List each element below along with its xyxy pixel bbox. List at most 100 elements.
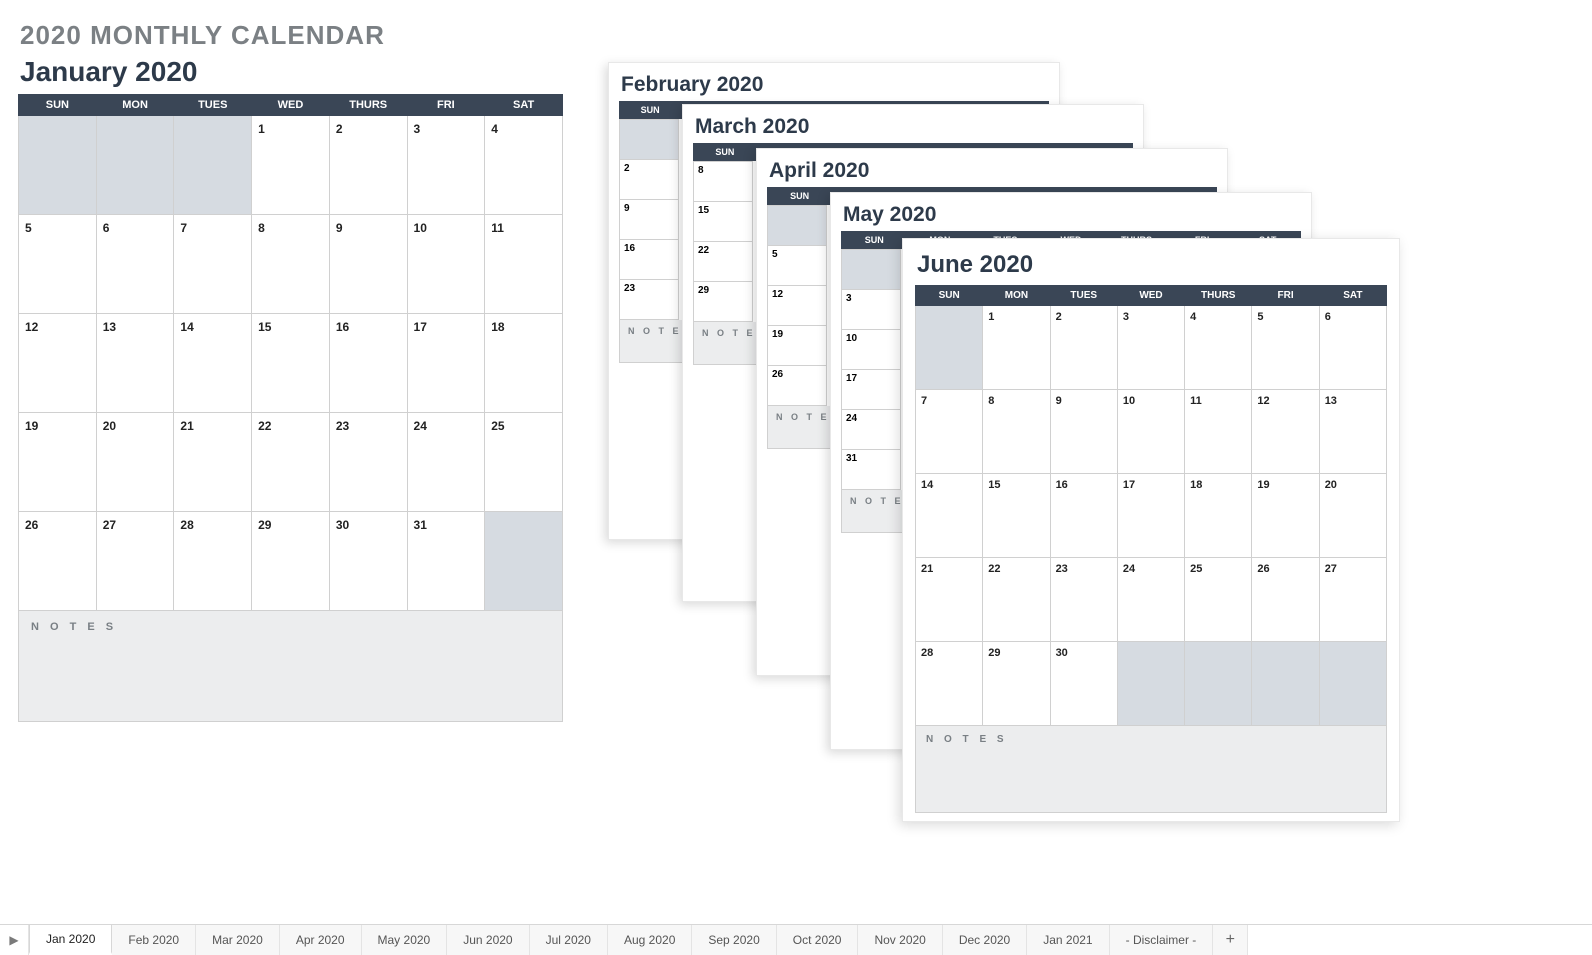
sheet-tab[interactable]: May 2020 (362, 925, 448, 955)
sheet-tab[interactable]: Oct 2020 (777, 925, 859, 955)
day-cell[interactable]: 8 (252, 215, 330, 314)
day-cell[interactable]: 4 (1185, 306, 1252, 390)
day-cell[interactable]: 24 (842, 410, 901, 450)
day-cell[interactable]: 16 (620, 240, 679, 280)
day-cell[interactable]: 23 (329, 413, 407, 512)
day-cell[interactable]: 22 (983, 558, 1050, 642)
day-cell[interactable]: 25 (1185, 558, 1252, 642)
day-cell[interactable] (842, 250, 901, 290)
day-cell[interactable]: 18 (485, 314, 563, 413)
day-cell[interactable]: 24 (407, 413, 485, 512)
sheet-tab[interactable]: Sep 2020 (692, 925, 776, 955)
sheet-tab[interactable]: Jul 2020 (530, 925, 608, 955)
day-cell[interactable] (620, 120, 679, 160)
day-cell[interactable]: 12 (1252, 390, 1319, 474)
sheet-tab[interactable]: Apr 2020 (280, 925, 362, 955)
day-cell[interactable]: 31 (407, 512, 485, 611)
day-cell[interactable]: 10 (842, 330, 901, 370)
day-cell[interactable]: 12 (768, 286, 827, 326)
day-cell[interactable]: 27 (1319, 558, 1386, 642)
day-cell[interactable]: 20 (1319, 474, 1386, 558)
day-cell[interactable] (916, 306, 983, 390)
day-cell[interactable]: 23 (620, 280, 679, 320)
day-cell[interactable]: 29 (694, 282, 753, 322)
sheet-tab[interactable]: Aug 2020 (608, 925, 692, 955)
day-cell[interactable]: 6 (1319, 306, 1386, 390)
day-cell[interactable]: 16 (1050, 474, 1117, 558)
day-cell[interactable]: 1 (252, 116, 330, 215)
day-cell[interactable]: 5 (19, 215, 97, 314)
day-cell[interactable]: 17 (842, 370, 901, 410)
day-cell[interactable]: 18 (1185, 474, 1252, 558)
day-cell[interactable]: 10 (407, 215, 485, 314)
day-cell[interactable]: 21 (916, 558, 983, 642)
day-cell[interactable]: 26 (19, 512, 97, 611)
sheet-tab[interactable]: Mar 2020 (196, 925, 280, 955)
day-cell[interactable]: 25 (485, 413, 563, 512)
sheet-tab[interactable]: Dec 2020 (943, 925, 1027, 955)
day-cell[interactable] (1185, 642, 1252, 726)
day-cell[interactable] (96, 116, 174, 215)
day-cell[interactable]: 22 (252, 413, 330, 512)
day-cell[interactable]: 8 (694, 162, 753, 202)
day-cell[interactable]: 19 (768, 326, 827, 366)
day-cell[interactable]: 3 (842, 290, 901, 330)
day-cell[interactable]: 15 (983, 474, 1050, 558)
day-cell[interactable]: 8 (983, 390, 1050, 474)
day-cell[interactable]: 12 (19, 314, 97, 413)
day-cell[interactable] (768, 206, 827, 246)
day-cell[interactable]: 19 (1252, 474, 1319, 558)
day-cell[interactable] (1117, 642, 1184, 726)
add-sheet-button[interactable]: + (1213, 925, 1248, 955)
sheet-tab[interactable]: Jan 2020 (29, 924, 112, 954)
day-cell[interactable]: 28 (916, 642, 983, 726)
day-cell[interactable]: 19 (19, 413, 97, 512)
notes-area[interactable]: N O T E S (18, 611, 563, 722)
sheet-tab[interactable]: Jun 2020 (447, 925, 529, 955)
day-cell[interactable]: 31 (842, 450, 901, 490)
day-cell[interactable]: 1 (983, 306, 1050, 390)
day-cell[interactable]: 11 (485, 215, 563, 314)
day-cell[interactable]: 9 (1050, 390, 1117, 474)
day-cell[interactable]: 23 (1050, 558, 1117, 642)
day-cell[interactable]: 30 (329, 512, 407, 611)
day-cell[interactable]: 10 (1117, 390, 1184, 474)
day-cell[interactable]: 20 (96, 413, 174, 512)
day-cell[interactable]: 15 (694, 202, 753, 242)
day-cell[interactable]: 9 (620, 200, 679, 240)
day-cell[interactable]: 13 (1319, 390, 1386, 474)
day-cell[interactable]: 26 (768, 366, 827, 406)
day-cell[interactable]: 17 (407, 314, 485, 413)
day-cell[interactable] (485, 512, 563, 611)
day-cell[interactable] (1319, 642, 1386, 726)
sheet-tab[interactable]: Nov 2020 (858, 925, 942, 955)
day-cell[interactable]: 13 (96, 314, 174, 413)
day-cell[interactable]: 26 (1252, 558, 1319, 642)
day-cell[interactable]: 4 (485, 116, 563, 215)
day-cell[interactable]: 7 (916, 390, 983, 474)
day-cell[interactable]: 17 (1117, 474, 1184, 558)
day-cell[interactable]: 29 (252, 512, 330, 611)
day-cell[interactable]: 30 (1050, 642, 1117, 726)
day-cell[interactable]: 3 (1117, 306, 1184, 390)
day-cell[interactable]: 14 (916, 474, 983, 558)
day-cell[interactable]: 2 (620, 160, 679, 200)
day-cell[interactable]: 2 (1050, 306, 1117, 390)
day-cell[interactable]: 16 (329, 314, 407, 413)
day-cell[interactable] (19, 116, 97, 215)
sheet-tab[interactable]: Jan 2021 (1027, 925, 1109, 955)
day-cell[interactable]: 5 (1252, 306, 1319, 390)
day-cell[interactable]: 15 (252, 314, 330, 413)
day-cell[interactable]: 5 (768, 246, 827, 286)
day-cell[interactable]: 29 (983, 642, 1050, 726)
day-cell[interactable] (1252, 642, 1319, 726)
sheet-tab[interactable]: - Disclaimer - (1110, 925, 1214, 955)
day-cell[interactable]: 3 (407, 116, 485, 215)
day-cell[interactable]: 6 (96, 215, 174, 314)
day-cell[interactable]: 9 (329, 215, 407, 314)
day-cell[interactable]: 21 (174, 413, 252, 512)
day-cell[interactable]: 14 (174, 314, 252, 413)
tab-nav-icon[interactable]: ▶ (0, 925, 29, 955)
day-cell[interactable]: 7 (174, 215, 252, 314)
day-cell[interactable]: 11 (1185, 390, 1252, 474)
